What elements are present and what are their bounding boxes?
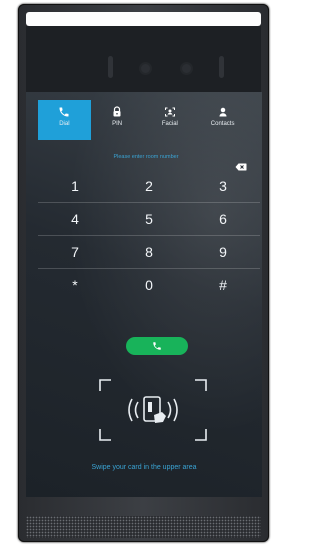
tab-pin[interactable]: PIN (91, 100, 144, 140)
speaker-grille (26, 516, 261, 538)
keypad-row: 7 8 9 (38, 236, 260, 269)
key-6[interactable]: 6 (186, 203, 260, 235)
tab-dial[interactable]: Dial (38, 100, 91, 140)
key-hash[interactable]: # (186, 269, 260, 301)
tab-pin-label: PIN (112, 121, 123, 127)
card-reader-icon (99, 379, 207, 441)
top-highlight (26, 12, 261, 26)
keypad-row: * 0 # (38, 269, 260, 301)
tab-contacts-label: Contacts (210, 121, 235, 127)
mode-tabs: Dial PIN Facial Contacts (38, 100, 249, 140)
phone-icon (59, 107, 69, 117)
key-3[interactable]: 3 (186, 170, 260, 202)
tab-facial[interactable]: Facial (144, 100, 197, 140)
key-0[interactable]: 0 (112, 269, 186, 301)
key-5[interactable]: 5 (112, 203, 186, 235)
lock-icon (113, 106, 121, 117)
key-9[interactable]: 9 (186, 236, 260, 268)
ir-sensor-left (108, 56, 113, 78)
key-4[interactable]: 4 (38, 203, 112, 235)
person-icon (219, 107, 227, 117)
phone-icon (153, 342, 161, 350)
keypad-row: 1 2 3 (38, 170, 260, 203)
tab-dial-label: Dial (59, 121, 70, 127)
room-number-input[interactable]: Please enter room number (86, 154, 206, 160)
key-star[interactable]: * (38, 269, 112, 301)
card-swipe-instruction: Swipe your card in the upper area (91, 464, 197, 471)
tab-facial-label: Facial (161, 121, 178, 127)
camera-lens-left (141, 64, 150, 73)
face-scan-icon (164, 107, 175, 117)
tab-contacts[interactable]: Contacts (196, 100, 249, 140)
key-7[interactable]: 7 (38, 236, 112, 268)
call-button[interactable] (126, 337, 188, 355)
keypad-row: 4 5 6 (38, 203, 260, 236)
key-8[interactable]: 8 (112, 236, 186, 268)
touch-screen: Dial PIN Facial Contacts Please enter ro… (26, 92, 262, 497)
keypad: 1 2 3 4 5 6 7 8 9 * 0 # (38, 170, 260, 301)
camera-lens-right (182, 64, 191, 73)
key-2[interactable]: 2 (112, 170, 186, 202)
camera-bezel (26, 26, 261, 96)
ir-sensor-right (219, 56, 224, 78)
key-1[interactable]: 1 (38, 170, 112, 202)
